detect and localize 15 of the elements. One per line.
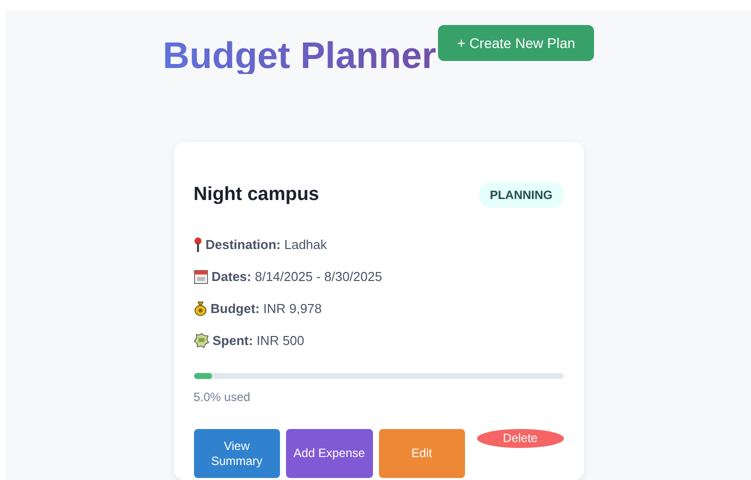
edit-button[interactable]: Edit [378, 429, 465, 478]
view-summary-button[interactable]: View Summary [194, 429, 280, 478]
pin-icon [194, 237, 202, 252]
badge-icon [194, 333, 208, 348]
detail-text: Dates: 8/14/2025 - 8/30/2025 [212, 269, 382, 284]
detail-text: Destination: Ladhak [206, 237, 327, 252]
detail-text: Budget: INR 9,978 [210, 301, 322, 316]
delete-button[interactable]: Delete [477, 429, 564, 448]
create-plan-button[interactable]: + Create New Plan [438, 25, 594, 61]
plan-name: Night campus [194, 184, 320, 206]
detail-text: Spent: INR 500 [212, 333, 304, 348]
usage-text: 5.0% used [194, 390, 252, 404]
calendar-icon [194, 270, 208, 284]
add-expense-button[interactable]: Add Expense [286, 429, 372, 478]
status-badge: PLANNING [478, 182, 564, 208]
